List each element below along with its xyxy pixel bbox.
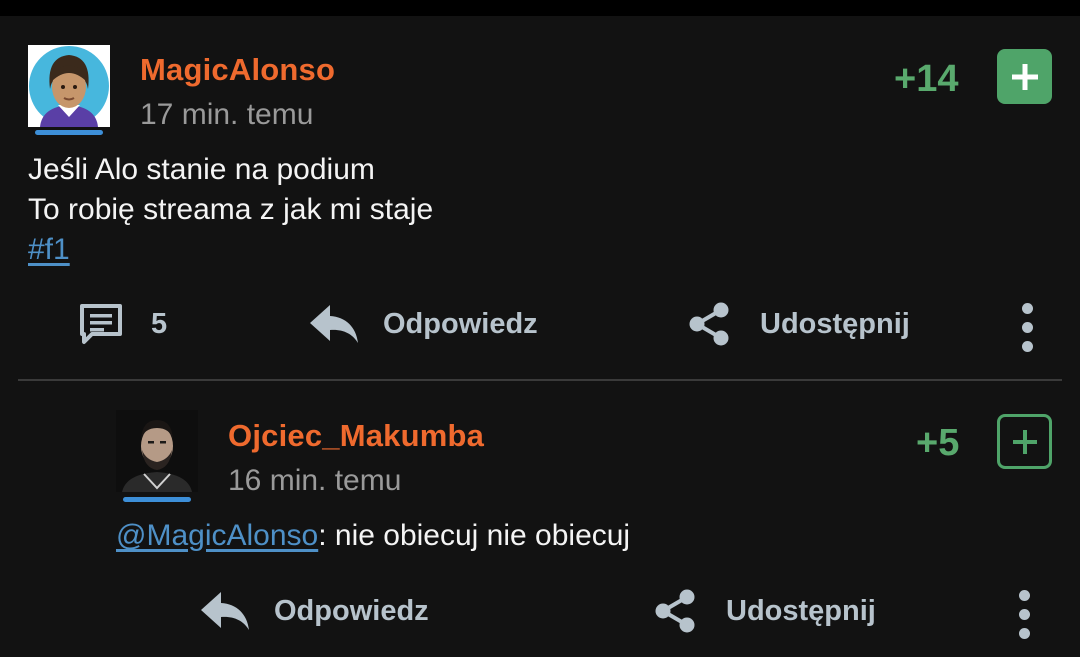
more-options-icon[interactable] xyxy=(1020,303,1034,352)
more-options-icon[interactable] xyxy=(1017,590,1031,639)
share-label: Udostępnij xyxy=(760,307,910,340)
upvote-button[interactable] xyxy=(997,49,1052,104)
plus-icon xyxy=(1011,63,1038,90)
comments-button[interactable]: 5 xyxy=(78,302,167,346)
avatar-underline xyxy=(123,497,191,502)
plus-icon xyxy=(1012,429,1037,454)
author-name[interactable]: MagicAlonso xyxy=(140,52,335,88)
comment-icon xyxy=(80,304,122,344)
reply-icon xyxy=(201,592,249,630)
reply-text: : nie obiecuj nie obiecuj xyxy=(318,519,631,552)
share-button[interactable]: Udostępnij xyxy=(653,588,876,634)
share-icon xyxy=(655,589,695,633)
vote-score: +5 xyxy=(916,422,960,464)
share-label: Udostępnij xyxy=(726,594,876,627)
vote-score: +14 xyxy=(894,58,959,100)
author-name[interactable]: Ojciec_Makumba xyxy=(228,418,484,454)
reply-label: Odpowiedz xyxy=(274,594,429,627)
comments-count: 5 xyxy=(151,307,168,340)
upvote-button[interactable] xyxy=(997,414,1052,469)
entry-body: Jeśli Alo stanie na podium To robię stre… xyxy=(28,150,433,270)
avatar[interactable] xyxy=(28,45,110,127)
tag-link[interactable]: #f1 xyxy=(28,233,70,266)
reply-icon xyxy=(310,305,358,343)
reply-body: @MagicAlonso: nie obiecuj nie obiecuj xyxy=(116,516,630,556)
divider xyxy=(18,379,1062,381)
reply-button[interactable]: Odpowiedz xyxy=(199,590,429,632)
entry-line: To robię streama z jak mi staje xyxy=(28,193,434,226)
status-bar xyxy=(0,0,1080,16)
reply-button[interactable]: Odpowiedz xyxy=(308,303,538,345)
share-icon xyxy=(689,302,729,346)
timestamp: 16 min. temu xyxy=(228,464,402,497)
timestamp: 17 min. temu xyxy=(140,98,314,131)
entry-line: Jeśli Alo stanie na podium xyxy=(28,153,375,186)
avatar-underline xyxy=(35,130,103,135)
mention-link[interactable]: @MagicAlonso xyxy=(116,519,318,552)
avatar[interactable] xyxy=(116,410,198,492)
reply-label: Odpowiedz xyxy=(383,307,538,340)
share-button[interactable]: Udostępnij xyxy=(687,301,910,347)
